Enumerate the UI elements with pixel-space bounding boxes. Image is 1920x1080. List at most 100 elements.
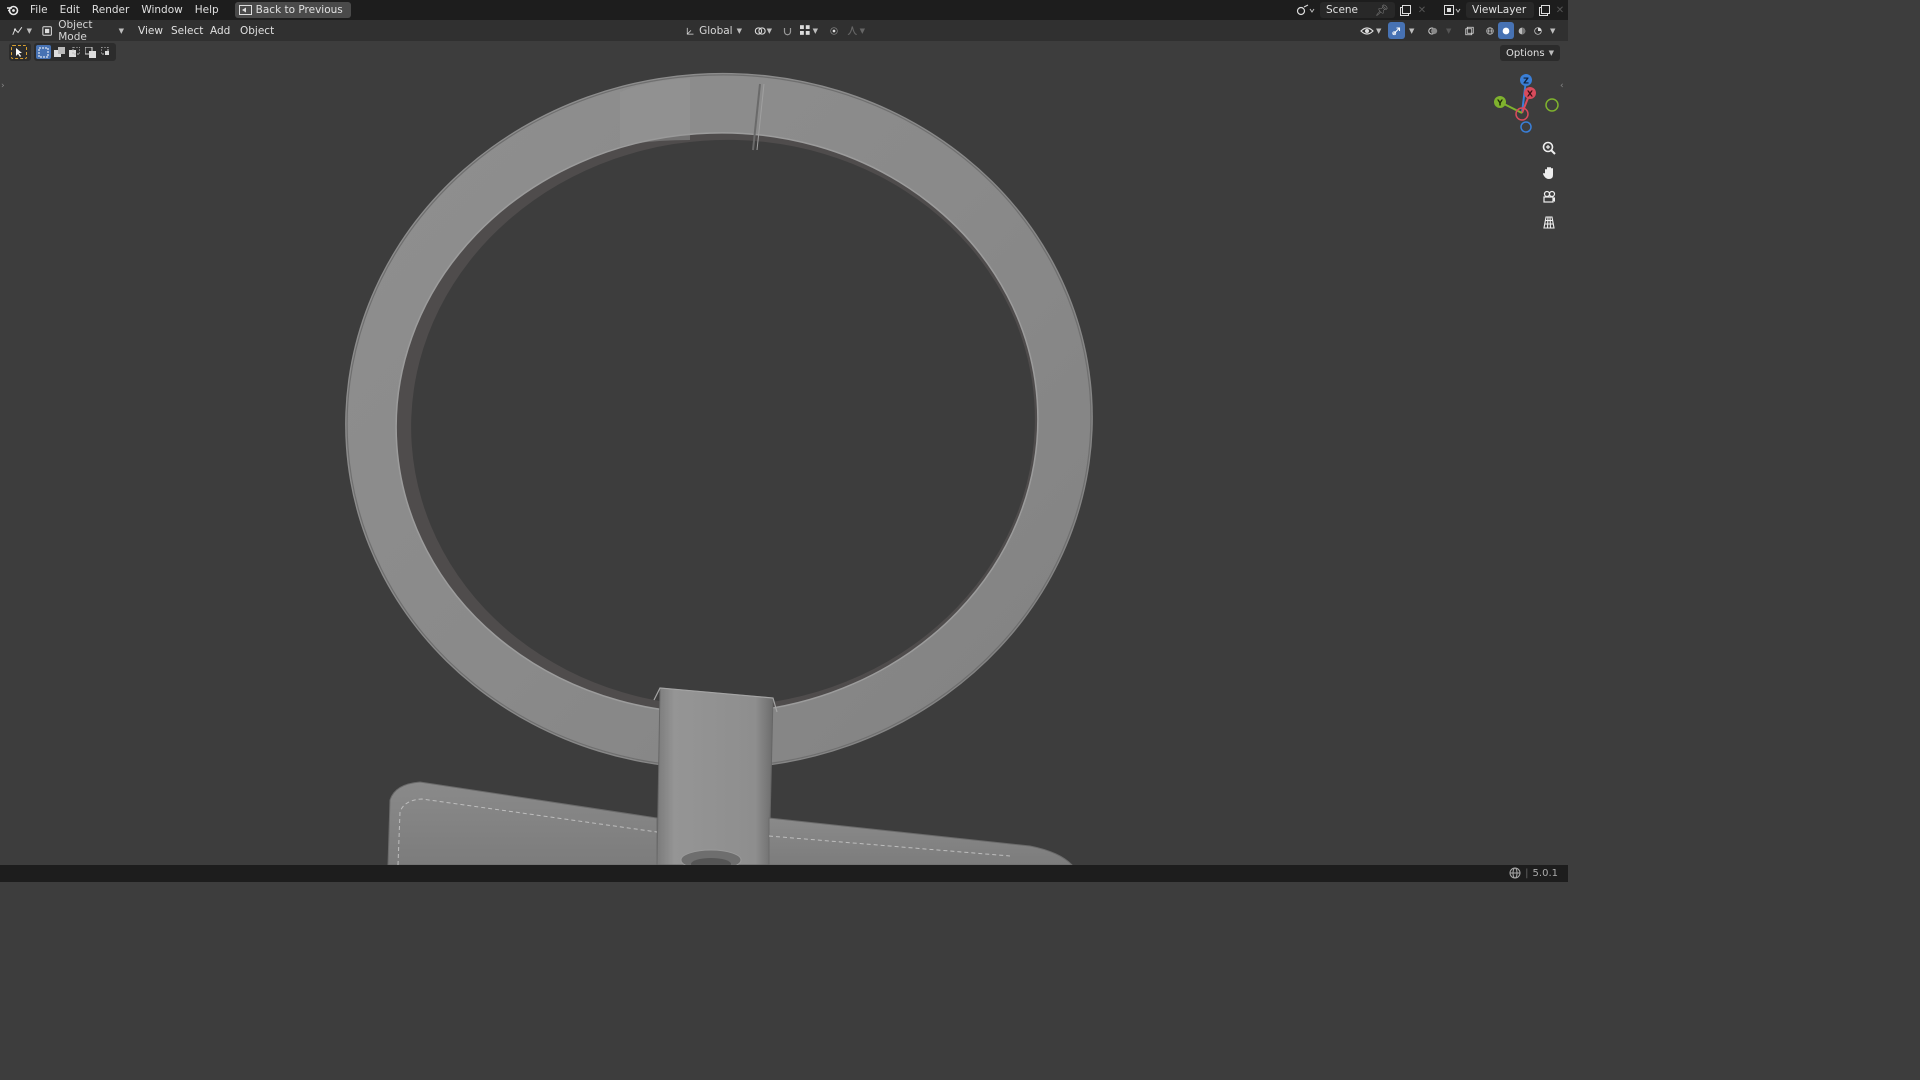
ortho-toggle-button[interactable] [1538,211,1560,233]
pivot-icon [754,26,766,35]
back-to-previous-button[interactable]: Back to Previous [234,2,351,18]
scene-icon [1296,2,1320,18]
viewport-header: ▼ Object Mode ▼ View Select Add Object G… [0,19,1568,43]
new-scene-icon[interactable] [1395,2,1415,18]
select-intersect-icon[interactable] [99,45,114,59]
proportional-falloff-dropdown[interactable]: ▼ [843,22,869,39]
pivot-dropdown[interactable]: ▼ [750,22,776,39]
viewport-scene [345,72,1093,865]
options-label: Options [1506,47,1545,59]
active-tool-box[interactable] [9,43,31,61]
chevron-down-icon: ▼ [1376,26,1382,35]
menu-view[interactable]: View [138,22,163,39]
orientation-label: Global [699,24,733,37]
x-axis-label: X [1527,90,1534,99]
select-extend-icon[interactable] [52,45,67,59]
snap-icon [783,27,792,35]
visibility-dropdown[interactable]: ▼ [1356,22,1386,39]
select-new-icon[interactable] [36,45,51,59]
rendered-shading-icon [1534,26,1542,35]
zoom-icon [1542,141,1556,155]
material-shading-button[interactable] [1514,22,1530,39]
editor-type-dropdown[interactable]: ▼ [8,22,36,39]
menu-window[interactable]: Window [135,0,188,20]
gizmo-dropdown[interactable]: ▼ [1405,22,1419,39]
y-axis-label: Y [1496,99,1503,108]
shading-dropdown[interactable]: ▼ [1546,22,1560,39]
snap-target-dropdown[interactable]: ▼ [796,22,822,39]
menu-help[interactable]: Help [189,0,225,20]
proportional-edit-toggle[interactable] [826,22,842,39]
blender-logo-icon[interactable] [0,0,24,20]
select-invert-icon[interactable] [83,45,98,59]
top-bar: File Edit Render Window Help Back to Pre… [0,0,1568,20]
chevron-down-icon: ▼ [26,26,32,35]
chevron-down-icon: ▼ [118,26,124,35]
wireframe-shading-icon [1486,26,1494,35]
close-scene-icon[interactable]: ✕ [1415,5,1429,16]
grid-icon [1543,216,1555,229]
object-mode-dropdown[interactable]: Object Mode ▼ [38,19,128,43]
select-tool-icon[interactable] [11,45,27,59]
scene-field[interactable]: Scene 📌︎ [1320,2,1395,18]
chevron-down-icon: ▼ [1446,26,1452,35]
gizmo-toggle[interactable] [1388,22,1405,39]
select-subtract-icon[interactable] [68,45,83,59]
menu-file[interactable]: File [24,0,54,20]
view-layer-field[interactable]: ViewLayer [1466,2,1534,18]
back-button-label: Back to Previous [255,4,343,16]
menu-select[interactable]: Select [171,22,203,39]
wireframe-shading-button[interactable] [1482,22,1498,39]
selection-mode-group[interactable] [34,43,116,61]
overlay-dropdown[interactable]: ▼ [1442,22,1456,39]
chevron-down-icon: ▼ [766,26,772,35]
back-icon [238,5,252,15]
xray-toggle[interactable] [1461,22,1478,39]
menu-edit[interactable]: Edit [54,0,86,20]
camera-view-button[interactable] [1538,186,1560,208]
transform-orientation-dropdown[interactable]: Global ▼ [682,22,746,39]
object-mode-icon [42,25,52,36]
scene-selector[interactable]: Scene 📌︎ ✕ [1296,2,1429,18]
transform-orientation-icon [686,27,694,34]
zoom-button[interactable] [1538,137,1560,159]
editor-type-icon [12,26,23,35]
pan-hand-icon [1543,167,1553,179]
options-button[interactable]: Options ▼ [1500,45,1560,61]
falloff-curve-icon [847,26,857,36]
chevron-down-icon: ▼ [1548,49,1554,57]
new-view-layer-icon[interactable] [1534,2,1554,18]
neg-z-axis-handle[interactable] [1520,121,1532,133]
visibility-icon [1360,26,1374,35]
chevron-down-icon: ▼ [812,26,818,35]
rendered-shading-button[interactable] [1530,22,1546,39]
solid-shading-button[interactable] [1498,22,1514,39]
snap-toggle[interactable] [779,22,796,39]
menu-render[interactable]: Render [86,0,135,20]
scene-name: Scene [1326,4,1359,16]
3d-viewport[interactable]: › ‹ [0,41,1568,865]
pan-button[interactable] [1538,162,1560,184]
view-layer-name: ViewLayer [1472,4,1527,16]
version-label: 5.0.1 [1532,867,1558,879]
version-info: | 5.0.1 [1509,867,1558,879]
material-shading-icon [1518,27,1526,34]
xray-icon [1465,26,1474,35]
view-layer-icon [1442,2,1466,18]
gizmo-icon [1392,26,1401,35]
toolbar-toggle-icon[interactable]: › [1,81,5,91]
snap-target-icon [800,25,810,35]
solid-shading-icon [1502,27,1510,34]
close-view-layer-icon[interactable]: ✕ [1554,5,1566,16]
view-layer-selector[interactable]: ViewLayer ✕ [1442,2,1566,18]
overlay-toggle[interactable] [1424,22,1442,39]
chevron-down-icon: ▼ [736,26,742,35]
pin-icon[interactable]: 📌︎ [1375,4,1389,17]
neg-y-axis-handle[interactable] [1545,98,1559,112]
menu-add[interactable]: Add [210,22,230,39]
navigation-gizmo[interactable]: Z X Y [1488,68,1562,136]
menu-object[interactable]: Object [240,22,274,39]
leather-tab [653,687,778,865]
chevron-down-icon: ▼ [1550,26,1556,35]
network-icon [1509,867,1521,879]
